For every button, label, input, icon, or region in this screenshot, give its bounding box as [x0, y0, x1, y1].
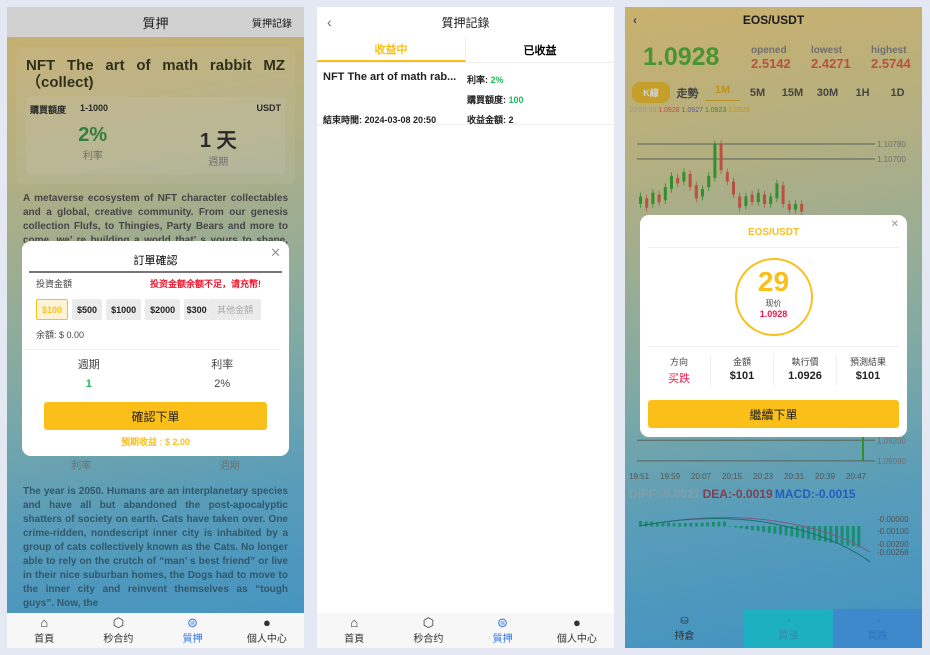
direction-value: 买跌 — [668, 373, 690, 385]
countdown: 29 — [757, 266, 790, 297]
balance: 余額: $ 0.00 — [22, 320, 279, 350]
expected-income: 預期收益 : $ 2.00 — [120, 437, 191, 447]
nav-home[interactable]: ⌂ 首頁 — [317, 613, 391, 648]
end-label: 結束時間: — [323, 115, 362, 125]
modal-title: 訂單確認 — [29, 241, 282, 273]
buy-up-label: 買漲 — [778, 630, 799, 642]
tab-earning[interactable]: 收益中 — [317, 37, 466, 62]
amount-value: $101 — [729, 370, 755, 382]
nav-label: 個人中心 — [556, 634, 597, 645]
amount-option[interactable]: $100 — [36, 299, 69, 320]
amount-option[interactable]: $1000 — [106, 299, 142, 320]
rate-value: 2% — [214, 378, 231, 390]
user-icon: ● — [572, 615, 581, 630]
amount-option[interactable]: $500 — [72, 299, 103, 320]
rate-value: 2% — [490, 75, 504, 85]
income-value: 2 — [508, 115, 514, 125]
buy-down-label: 買跌 — [867, 630, 888, 642]
back-icon[interactable]: ‹ — [327, 14, 332, 30]
bottom-nav: ⌂ 首頁 ⬡ 秒合约 ⊜ 質押 ● 個人中心 — [317, 613, 614, 648]
amount-label: 金額 — [732, 357, 751, 367]
stake-icon: ⊜ — [187, 615, 199, 630]
trade-screen: ‹ EOS/USDT 1.0928 opened 2.5142 lowest 2.4… — [625, 7, 922, 648]
header: ‹ 質押記錄 — [317, 7, 614, 37]
home-icon: ⌂ — [350, 615, 359, 630]
nav-home[interactable]: ⌂ 首頁 — [7, 613, 81, 648]
trade-bar: ⛁ 持倉 ◔ 買漲 ◔ 買跌 — [625, 609, 922, 648]
period-value: 1 — [85, 378, 92, 390]
page-title: 質押記錄 — [441, 15, 490, 30]
buy-up-button[interactable]: ◔ 買漲 — [744, 609, 833, 648]
nav-label: 秒合约 — [413, 634, 444, 645]
rate-label: 利率 — [211, 359, 234, 371]
amount-option[interactable]: $300 — [184, 299, 210, 320]
buy-down-button[interactable]: ◔ 買跌 — [833, 609, 922, 648]
contract-icon: ⬡ — [422, 615, 435, 630]
order-confirm-modal: 訂單確認 ✕ 投資金額 投资金额余额不足，请充幣! $100 $500 $1000… — [22, 241, 289, 456]
error-message: 投资金额余额不足，请充幣! — [150, 279, 261, 289]
price-label: 现价 — [765, 299, 782, 308]
other-amount-button[interactable]: 其他金額 — [209, 299, 262, 320]
nav-stake[interactable]: ⊜ 質押 — [156, 613, 230, 648]
continue-order-button[interactable]: 繼續下單 — [648, 400, 899, 428]
modal-title: EOS/USDT — [648, 215, 899, 248]
clock-icon: ◔ — [874, 615, 881, 627]
income-label: 收益金額: — [467, 115, 506, 125]
clock-icon: ◔ — [785, 615, 792, 627]
contract-icon: ⬡ — [112, 615, 125, 630]
exec-price-label: 執行價 — [791, 357, 819, 367]
close-icon[interactable]: ✕ — [270, 245, 281, 261]
holdings-label: 持倉 — [674, 630, 695, 642]
nav-label: 個人中心 — [246, 634, 287, 645]
coins-icon: ⛁ — [680, 615, 689, 627]
amount-option[interactable]: $2000 — [145, 299, 181, 320]
stake-icon: ⊜ — [497, 615, 509, 630]
nav-label: 首頁 — [34, 634, 55, 645]
stake-screen: 質押 質押記錄 NFT The art of math rabbit MZ （c… — [7, 7, 304, 648]
close-icon[interactable]: ✕ — [891, 219, 899, 230]
direction-label: 方向 — [669, 357, 688, 367]
tabs: 收益中 已收益 — [317, 37, 614, 63]
nav-label: 質押 — [182, 634, 203, 645]
end-time: 2024-03-08 20:50 — [364, 115, 437, 125]
holdings-button[interactable]: ⛁ 持倉 — [625, 609, 744, 648]
period-label: 週期 — [77, 359, 100, 371]
nav-label: 首頁 — [344, 634, 365, 645]
tab-earned[interactable]: 已收益 — [466, 37, 614, 62]
bottom-nav: ⌂ 首頁 ⬡ 秒合约 ⊜ 質押 ● 個人中心 — [7, 613, 304, 648]
confirm-order-button[interactable]: 確認下單 — [44, 402, 267, 430]
price-value: 1.0928 — [759, 309, 788, 319]
quota-label: 購買額度: — [467, 95, 506, 105]
record-item[interactable]: NFT The art of math rab... 利率: 2% 購買額度: … — [317, 63, 614, 125]
result-value: $101 — [855, 370, 881, 382]
record-name: NFT The art of math rab... — [323, 71, 457, 83]
nav-label: 秒合约 — [103, 634, 134, 645]
amount-label: 投資金額 — [36, 279, 73, 289]
rate-label: 利率: — [467, 75, 488, 85]
home-icon: ⌂ — [40, 615, 49, 630]
nav-label: 質押 — [492, 634, 513, 645]
result-label: 預測結果 — [849, 357, 886, 367]
records-screen: ‹ 質押記錄 收益中 已收益 NFT The art of math rab...… — [317, 7, 614, 648]
nav-profile[interactable]: ● 個人中心 — [230, 613, 304, 648]
exec-price-value: 1.0926 — [788, 370, 822, 382]
user-icon: ● — [262, 615, 271, 630]
countdown-ring: 29 现价 1.0928 — [734, 258, 813, 336]
quota-value: 100 — [508, 95, 524, 105]
nav-contract[interactable]: ⬡ 秒合约 — [81, 613, 155, 648]
nav-stake[interactable]: ⊜ 質押 — [466, 613, 540, 648]
order-result-modal: ✕ EOS/USDT 29 现价 1.0928 方向买跌 金額 $101 執行價 1… — [640, 215, 907, 437]
nav-contract[interactable]: ⬡ 秒合约 — [391, 613, 465, 648]
nav-profile[interactable]: ● 個人中心 — [540, 613, 614, 648]
